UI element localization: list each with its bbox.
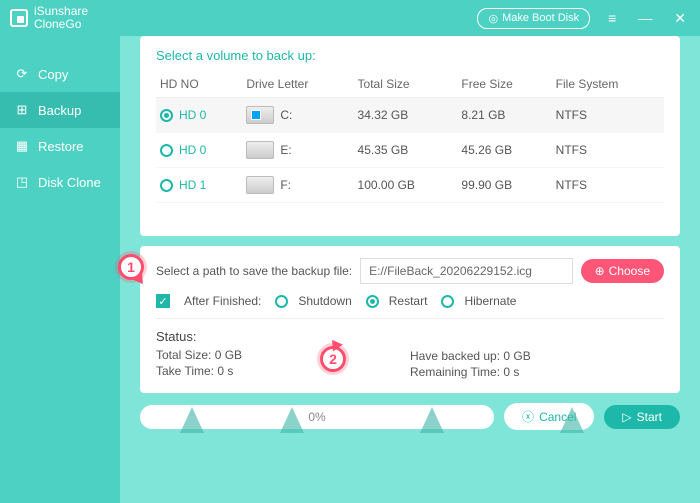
option-shutdown[interactable]: Shutdown [275,294,351,308]
letter-cell: F: [280,178,291,192]
choose-label: Choose [609,264,650,278]
col-hdno: HD NO [156,71,242,98]
letter-cell: C: [280,108,292,122]
col-total: Total Size [354,71,458,98]
letter-cell: E: [280,143,291,157]
close-circle-icon: ⓧ [522,408,534,425]
hdno-cell: HD 0 [179,143,206,157]
option-hibernate[interactable]: Hibernate [441,294,516,308]
bottom-bar: 0% ⓧ Cancel ▷ Start [140,403,680,430]
plus-box-icon: ⊞ [14,102,30,118]
radio-icon [160,144,173,157]
progress-text: 0% [308,410,325,424]
status-title: Status: [156,329,410,344]
titlebar: iSunshare CloneGo ◎ Make Boot Disk ≡ ― ✕ [0,0,700,36]
start-label: Start [637,410,662,424]
fs-cell: NTFS [552,168,664,203]
disk-icon: ◳ [14,174,30,190]
progress-bar: 0% [140,405,494,429]
annotation-2: 2 [320,346,346,372]
table-row[interactable]: HD 0 C: 34.32 GB8.21 GBNTFS [156,98,664,133]
logo-icon [10,9,28,27]
menu-icon[interactable]: ≡ [604,8,620,28]
free-cell: 8.21 GB [457,98,551,133]
choose-button[interactable]: ⊕ Choose [581,259,664,283]
sidebar-item-backup[interactable]: ⊞ Backup [0,92,120,128]
total-cell: 45.35 GB [354,133,458,168]
radio-icon [441,295,454,308]
app-logo: iSunshare CloneGo [10,5,88,31]
free-cell: 45.26 GB [457,133,551,168]
disc-icon: ◎ [488,12,498,25]
cancel-button[interactable]: ⓧ Cancel [504,403,594,430]
grid-icon: ▦ [14,138,30,154]
sidebar-item-copy[interactable]: ⟳ Copy [0,56,120,92]
sidebar: ⟳ Copy ⊞ Backup ▦ Restore ◳ Disk Clone [0,36,120,503]
radio-icon [160,109,173,122]
drive-icon [246,106,274,124]
status-backed: Have backed up: 0 GB [410,349,664,363]
cancel-label: Cancel [539,410,576,424]
path-label: Select a path to save the backup file: [156,264,352,278]
volumes-table: HD NO Drive Letter Total Size Free Size … [156,71,664,203]
path-input[interactable] [360,258,572,284]
free-cell: 99.90 GB [457,168,551,203]
fs-cell: NTFS [552,133,664,168]
table-row[interactable]: HD 1 F: 100.00 GB99.90 GBNTFS [156,168,664,203]
sidebar-label: Backup [38,103,81,118]
table-row[interactable]: HD 0 E: 45.35 GB45.26 GBNTFS [156,133,664,168]
fs-cell: NTFS [552,98,664,133]
col-free: Free Size [457,71,551,98]
option-restart[interactable]: Restart [366,294,428,308]
status-remain: Remaining Time: 0 s [410,365,664,379]
hdno-cell: HD 0 [179,108,206,122]
app-name-2: CloneGo [34,18,88,31]
plus-icon: ⊕ [595,264,605,278]
sidebar-item-restore[interactable]: ▦ Restore [0,128,120,164]
total-cell: 100.00 GB [354,168,458,203]
volumes-title: Select a volume to back up: [156,48,664,63]
col-fs: File System [552,71,664,98]
radio-icon [275,295,288,308]
after-finished-checkbox[interactable]: ✓ [156,294,170,308]
start-button[interactable]: ▷ Start [604,405,680,429]
options-panel: Select a path to save the backup file: ⊕… [140,246,680,393]
play-icon: ▷ [622,410,631,424]
close-button[interactable]: ✕ [670,8,690,29]
hdno-cell: HD 1 [179,178,206,192]
boot-label: Make Boot Disk [502,12,579,24]
sidebar-label: Disk Clone [38,175,101,190]
volumes-panel: Select a volume to back up: HD NO Drive … [140,36,680,236]
make-boot-disk-button[interactable]: ◎ Make Boot Disk [477,8,590,29]
drive-icon [246,176,274,194]
annotation-1: 1 [118,254,144,280]
minimize-button[interactable]: ― [634,8,656,28]
status-take: Take Time: 0 s [156,364,410,378]
radio-icon [160,179,173,192]
sidebar-label: Restore [38,139,84,154]
after-finished-label: After Finished: [184,294,261,308]
main-area: Select a volume to back up: HD NO Drive … [120,36,700,503]
total-cell: 34.32 GB [354,98,458,133]
sidebar-item-disk-clone[interactable]: ◳ Disk Clone [0,164,120,200]
refresh-icon: ⟳ [14,66,30,82]
radio-icon [366,295,379,308]
sidebar-label: Copy [38,67,68,82]
col-letter: Drive Letter [242,71,353,98]
status-total: Total Size: 0 GB [156,348,410,362]
drive-icon [246,141,274,159]
